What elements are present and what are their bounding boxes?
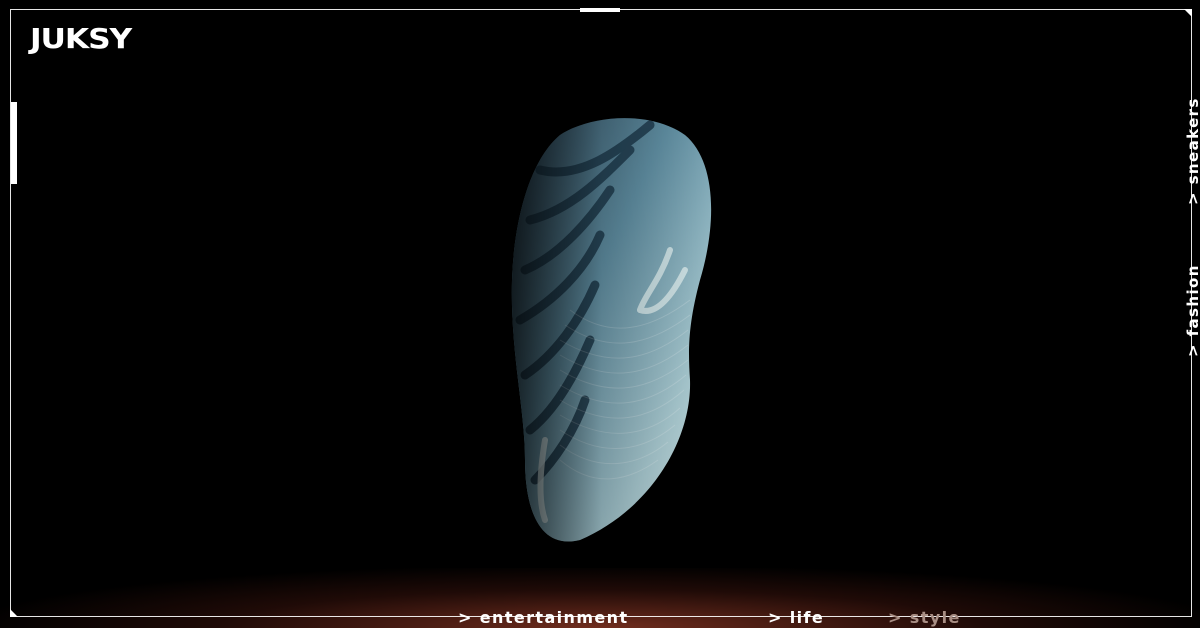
- side-link-fashion[interactable]: > fashion: [1184, 264, 1200, 357]
- side-link-sneakers[interactable]: > sneakers: [1184, 97, 1200, 205]
- corner-notch-top-right: [1184, 9, 1192, 17]
- brand-logo[interactable]: JUKSY: [30, 22, 132, 55]
- nav-link-life[interactable]: > life: [768, 608, 824, 628]
- nav-link-entertainment[interactable]: > entertainment: [458, 608, 629, 628]
- left-accent-bar: [11, 102, 17, 184]
- sneaker-sole-image: [511, 118, 712, 542]
- bottom-category-nav: > entertainment > life > style: [0, 608, 1200, 628]
- nav-link-style[interactable]: > style: [888, 608, 961, 628]
- top-tab-marker: [580, 8, 620, 12]
- banner-canvas: JUKSY > entertainment > life > style sne…: [0, 0, 1200, 628]
